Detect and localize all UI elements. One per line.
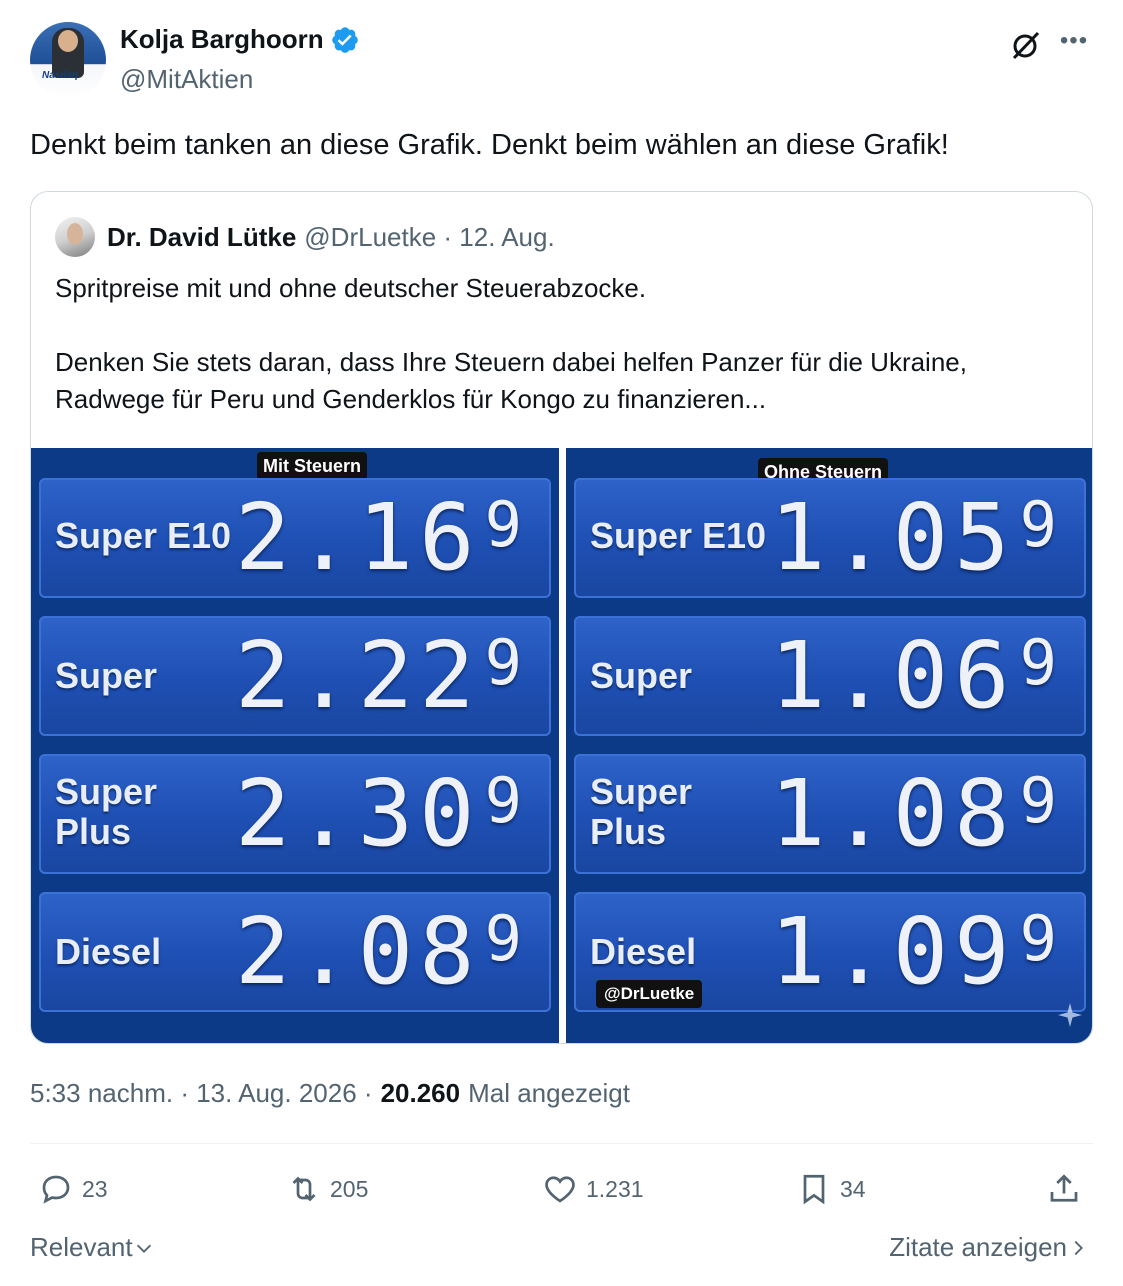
fuel-name: Super E10: [590, 515, 767, 556]
price-digits: 2.22: [235, 622, 481, 729]
grok-icon[interactable]: [1009, 28, 1043, 62]
sparkle-icon: [1058, 1003, 1082, 1027]
repost-icon: [292, 1176, 316, 1202]
fuel-price: 1.08 9: [770, 766, 1057, 862]
like-count: 1.231: [586, 1175, 644, 1202]
quoted-tweet-header: Dr. David Lütke @DrLuetke · 12. Aug.: [55, 214, 555, 260]
quoted-author-name[interactable]: Dr. David Lütke: [107, 222, 296, 253]
panel-label-with-tax: Mit Steuern: [257, 452, 368, 481]
bookmark-count: 34: [840, 1175, 866, 1202]
price-tenth-digit: 9: [484, 902, 522, 975]
divider: [30, 1143, 1093, 1144]
author-name[interactable]: Kolja Barghoorn: [120, 24, 324, 55]
price-digits: 1.06: [770, 622, 1016, 729]
price-digits: 2.08: [235, 898, 481, 1005]
reply-button[interactable]: 23: [38, 1166, 108, 1212]
fuel-price: 1.06 9: [770, 628, 1057, 724]
fuel-price: 2.16 9: [235, 490, 522, 586]
quoted-author-handle-date[interactable]: @DrLuetke · 12. Aug.: [304, 222, 554, 253]
tweet-text: Denkt beim tanken an diese Grafik. Denkt…: [30, 129, 949, 161]
price-digits: 1.09: [770, 898, 1016, 1005]
fuel-price-panel-without-tax[interactable]: Ohne Steuern Super E10 1.05 9 Super 1.06…: [566, 448, 1092, 1043]
price-tenth-digit: 9: [1019, 626, 1057, 699]
fuel-name: Super: [590, 655, 693, 696]
fuel-price-panel-with-tax[interactable]: Mit Steuern Super E10 2.16 9 Super 2.22 …: [31, 448, 559, 1043]
view-count: 20.260: [380, 1078, 461, 1108]
fuel-name: Super E10: [55, 515, 232, 556]
share-icon: [1050, 1174, 1078, 1202]
reply-count: 23: [82, 1175, 108, 1202]
like-button[interactable]: 1.231: [542, 1166, 644, 1212]
bookmark-icon: [803, 1174, 825, 1205]
avatar-face: [58, 30, 78, 52]
view-quotes-label: Zitate anzeigen: [889, 1232, 1067, 1262]
author-avatar[interactable]: Nasdaq: [30, 22, 106, 98]
view-count-label: Mal angezeigt: [468, 1078, 630, 1108]
fuel-price: 1.09 9: [770, 904, 1057, 1000]
reply-icon: [42, 1175, 70, 1204]
repost-button[interactable]: 205: [286, 1166, 368, 1212]
quoted-tweet-media[interactable]: Mit Steuern Super E10 2.16 9 Super 2.22 …: [31, 448, 1092, 1043]
price-row: Super E10 1.05 9: [574, 478, 1086, 598]
price-row: Super 1.06 9: [574, 616, 1086, 736]
heart-icon: [545, 1176, 575, 1203]
price-row: Super Plus 1.08 9: [574, 754, 1086, 874]
fuel-name: Super Plus: [55, 771, 158, 852]
author-handle[interactable]: @MitAktien: [120, 64, 253, 95]
fuel-price: 2.30 9: [235, 766, 522, 862]
quoted-tweet-text: Spritpreise mit und ohne deutscher Steue…: [55, 273, 967, 414]
price-tenth-digit: 9: [484, 626, 522, 699]
tweet-meta: 5:33 nachm. · 13. Aug. 2026 · 20.260 Mal…: [30, 1078, 630, 1109]
fuel-name: Diesel: [55, 931, 162, 972]
price-digits: 2.16: [235, 484, 481, 591]
sort-replies-dropdown[interactable]: Relevant: [30, 1232, 155, 1263]
price-digits: 1.08: [770, 760, 1016, 867]
price-tenth-digit: 9: [1019, 764, 1057, 837]
avatar-nasdaq-text: Nasdaq: [42, 70, 79, 81]
image-watermark: @DrLuetke: [596, 980, 703, 1008]
repost-count: 205: [330, 1175, 369, 1202]
price-row: Super 2.22 9: [39, 616, 551, 736]
price-row: Super E10 2.16 9: [39, 478, 551, 598]
price-row: Diesel 2.08 9: [39, 892, 551, 1012]
price-row: Super Plus 2.30 9: [39, 754, 551, 874]
price-digits: 1.05: [770, 484, 1016, 591]
price-tenth-digit: 9: [1019, 488, 1057, 561]
price-tenth-digit: 9: [1019, 902, 1057, 975]
chevron-right-icon: [1074, 1240, 1083, 1255]
tweet-timestamp[interactable]: 5:33 nachm. · 13. Aug. 2026 ·: [30, 1078, 373, 1109]
fuel-name: Diesel: [590, 931, 697, 972]
bookmark-button[interactable]: 34: [796, 1166, 866, 1212]
share-button[interactable]: [1046, 1166, 1082, 1212]
author-name-row[interactable]: Kolja Barghoorn: [120, 24, 360, 55]
tweet-actions: 23 205 1.231 34: [30, 1166, 1093, 1212]
sort-label: Relevant: [30, 1232, 133, 1262]
price-digits: 2.30: [235, 760, 481, 867]
more-options-icon[interactable]: •••: [1057, 28, 1091, 62]
tweet-header: Nasdaq Kolja Barghoorn @MitAktien •••: [30, 22, 1093, 102]
verified-badge-icon: [331, 26, 358, 53]
fuel-price: 1.05 9: [770, 490, 1057, 586]
fuel-price: 2.22 9: [235, 628, 522, 724]
quoted-author-avatar[interactable]: [55, 217, 95, 257]
fuel-name: Super Plus: [590, 771, 693, 852]
fuel-name: Super: [55, 655, 158, 696]
chevron-down-icon: [136, 1244, 151, 1253]
price-tenth-digit: 9: [484, 488, 522, 561]
view-quotes-link[interactable]: Zitate anzeigen: [889, 1232, 1089, 1263]
quoted-tweet[interactable]: Dr. David Lütke @DrLuetke · 12. Aug. Spr…: [30, 191, 1093, 1044]
fuel-price: 2.08 9: [235, 904, 522, 1000]
price-tenth-digit: 9: [484, 764, 522, 837]
